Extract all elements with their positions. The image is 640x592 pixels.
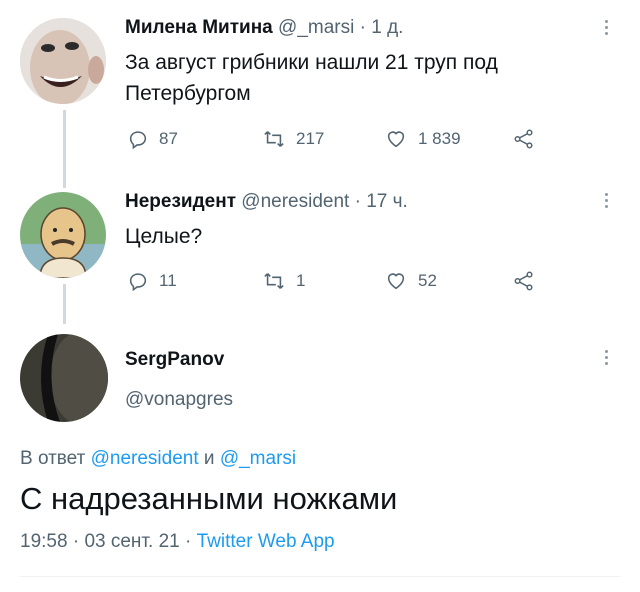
tweet1-separator: · [359, 17, 366, 38]
avatar-milena[interactable] [20, 18, 106, 104]
tweet1-handle[interactable]: @_marsi [278, 17, 354, 38]
tweet1-share-button[interactable] [512, 128, 546, 150]
tweet1-reply-count: 87 [159, 129, 178, 148]
tweet1-text-line1: За август грибники нашли 21 труп под [125, 51, 498, 74]
share-icon [514, 129, 533, 149]
tweet1-reply-button[interactable]: 87 [127, 128, 178, 150]
tweet1-text-line2: Петербургом [125, 82, 251, 105]
tweet-source[interactable]: Twitter Web App [197, 531, 335, 552]
reply-user-marsi[interactable]: @_marsi [220, 448, 296, 469]
tweet1-retweet-count: 217 [296, 129, 325, 148]
timestamp-separator: · [72, 531, 80, 552]
tweet1-display-name[interactable]: Милена Митина [125, 17, 273, 38]
tweet-time[interactable]: 19:58 [20, 531, 68, 552]
reply-icon [129, 273, 147, 292]
bottom-divider [20, 576, 620, 577]
tweet2-like-count: 52 [418, 271, 437, 290]
avatar-face-image [20, 18, 106, 104]
tweet2-retweet-button[interactable]: 1 [262, 270, 305, 292]
reply-context: В ответ @neresident и @_marsi [20, 448, 296, 470]
tweet2-share-button[interactable] [512, 270, 546, 292]
thread-line-2 [63, 284, 66, 324]
tweet2-like-button[interactable]: 52 [384, 270, 437, 292]
tweet1-header: Милена Митина @_marsi · 1 д. [125, 17, 403, 39]
tweet2-reply-button[interactable]: 11 [127, 270, 177, 292]
reply-prefix: В ответ [20, 448, 86, 469]
tweet2-text: Целые? [125, 225, 203, 248]
tweet2-reply-count: 11 [159, 271, 177, 290]
tweet2-retweet-count: 1 [296, 271, 306, 290]
tweet2-time[interactable]: 17 ч. [366, 191, 408, 212]
reply-icon [129, 131, 147, 150]
share-icon [514, 271, 533, 291]
reply-user-neresident[interactable]: @neresident [91, 448, 199, 469]
main-handle[interactable]: @vonapgres [125, 389, 233, 411]
tweet2-handle[interactable]: @neresident [241, 191, 349, 212]
avatar-neresident[interactable] [20, 192, 106, 278]
retweet-icon [264, 131, 284, 147]
more-vertical-icon[interactable] [605, 193, 609, 211]
avatar-sergpanov[interactable] [20, 334, 108, 422]
tweet1-retweet-button[interactable]: 217 [262, 128, 324, 150]
more-vertical-icon[interactable] [605, 350, 609, 368]
heart-icon [387, 273, 405, 290]
thread-line-1 [63, 110, 66, 188]
source-separator: · [184, 531, 192, 552]
retweet-icon [264, 273, 284, 289]
tweet2-header: Нерезидент @neresident · 17 ч. [125, 191, 408, 213]
tweet-timestamp: 19:58 · 03 сент. 21 · Twitter Web App [20, 531, 335, 553]
tweet2-separator: · [354, 191, 361, 212]
main-tweet-text: С надрезанными ножками [20, 481, 398, 516]
tweet1-like-button[interactable]: 1 839 [384, 128, 461, 150]
main-display-name[interactable]: SergPanov [125, 349, 224, 371]
reply-joiner: и [203, 448, 215, 469]
tweet-date[interactable]: 03 сент. 21 [84, 531, 179, 552]
avatar-cartoon-image [20, 192, 106, 278]
more-vertical-icon[interactable] [605, 20, 609, 38]
tweet2-display-name[interactable]: Нерезидент [125, 191, 236, 212]
tweet1-text: За август грибники нашли 21 труп под Пет… [125, 47, 595, 109]
tweet1-time[interactable]: 1 д. [371, 17, 403, 38]
heart-icon [387, 131, 405, 148]
avatar-dark-image [20, 334, 108, 422]
tweet1-like-count: 1 839 [418, 129, 461, 148]
